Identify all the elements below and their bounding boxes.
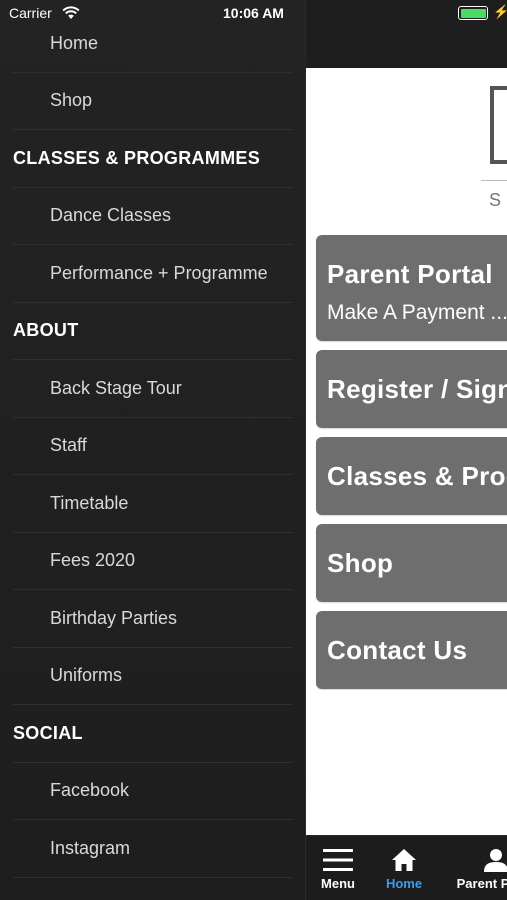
tile-register-sign-in[interactable]: Register / Sign: [316, 350, 507, 428]
drawer-item-instagram[interactable]: Instagram: [13, 820, 293, 878]
tab-parent-portal[interactable]: Parent P: [438, 836, 507, 900]
logo-graphic: [490, 86, 507, 164]
tile-subtitle: Make A Payment ...: [327, 301, 507, 324]
drawer-item-back-stage-tour[interactable]: Back Stage Tour: [13, 360, 293, 418]
status-bar: Carrier 10:06 AM ⚡: [0, 0, 507, 28]
bottom-tab-bar: Menu Home Parent P: [306, 835, 507, 900]
tile-title: Parent Portal: [327, 259, 493, 289]
drawer-menu-list: Home Shop CLASSES & PROGRAMMES Dance Cla…: [13, 15, 293, 878]
tab-label: Parent P: [456, 876, 507, 891]
drawer-item-label: Staff: [50, 435, 87, 456]
drawer-item-label: Home: [50, 32, 99, 53]
tile-title: Shop: [327, 548, 394, 578]
tab-home[interactable]: Home: [370, 836, 438, 900]
logo-text: S: [489, 190, 504, 210]
drawer-item-label: Dance Classes: [50, 205, 172, 226]
drawer-item-label: Performance + Programme: [50, 262, 268, 283]
drawer-item-birthday-parties[interactable]: Birthday Parties: [13, 590, 293, 648]
drawer-item-label: Facebook: [50, 780, 130, 801]
drawer-item-timetable[interactable]: Timetable: [13, 475, 293, 533]
drawer-item-staff[interactable]: Staff: [13, 418, 293, 475]
hamburger-menu-icon: [323, 849, 353, 871]
drawer-item-label: Fees 2020: [50, 550, 136, 571]
person-icon: [484, 849, 507, 872]
tile-shop[interactable]: Shop: [316, 524, 507, 602]
drawer-section-label: ABOUT: [13, 320, 79, 341]
app-screen: Carrier 10:06 AM ⚡ Home Shop CLASSES & P…: [0, 0, 507, 900]
drawer-item-uniforms[interactable]: Uniforms: [13, 648, 293, 705]
charging-bolt-icon: ⚡: [493, 4, 507, 19]
drawer-item-label: Shop: [50, 90, 93, 111]
drawer-item-dance-classes[interactable]: Dance Classes: [13, 188, 293, 245]
tile-title: Classes & Prog: [327, 461, 507, 491]
drawer-item-label: Instagram: [50, 837, 131, 858]
drawer-section-label: CLASSES & PROGRAMMES: [13, 147, 261, 168]
drawer-item-label: Birthday Parties: [50, 607, 178, 628]
status-time: 10:06 AM: [223, 5, 284, 21]
tile-parent-portal[interactable]: Parent Portal Make A Payment ...: [316, 235, 507, 341]
home-content: S Parent Portal Make A Payment ... Regis…: [306, 68, 507, 835]
tab-menu[interactable]: Menu: [306, 836, 370, 900]
drawer-section-label: SOCIAL: [13, 722, 83, 743]
tile-contact-us[interactable]: Contact Us: [316, 611, 507, 689]
side-drawer: Home Shop CLASSES & PROGRAMMES Dance Cla…: [0, 0, 306, 900]
drawer-item-fees-2020[interactable]: Fees 2020: [13, 533, 293, 590]
home-icon: [392, 849, 416, 871]
tab-label: Menu: [321, 876, 355, 891]
drawer-item-performance-programme[interactable]: Performance + Programme: [13, 245, 293, 303]
drawer-item-label: Back Stage Tour: [50, 377, 182, 398]
drawer-item-shop[interactable]: Shop: [13, 73, 293, 130]
battery-icon: [458, 6, 488, 20]
drawer-item-facebook[interactable]: Facebook: [13, 763, 293, 820]
logo-divider: [481, 180, 507, 181]
main-panel: S Parent Portal Make A Payment ... Regis…: [306, 0, 507, 900]
drawer-section-social: SOCIAL: [13, 705, 293, 763]
drawer-item-label: Timetable: [50, 492, 129, 513]
tab-label: Home: [385, 876, 423, 891]
tile-title: Contact Us: [327, 635, 468, 665]
drawer-section-about: ABOUT: [13, 303, 293, 360]
tile-classes-programmes[interactable]: Classes & Prog: [316, 437, 507, 515]
drawer-section-classes-programmes: CLASSES & PROGRAMMES: [13, 130, 293, 188]
drawer-item-label: Uniforms: [50, 665, 123, 686]
tile-title: Register / Sign: [327, 374, 507, 404]
